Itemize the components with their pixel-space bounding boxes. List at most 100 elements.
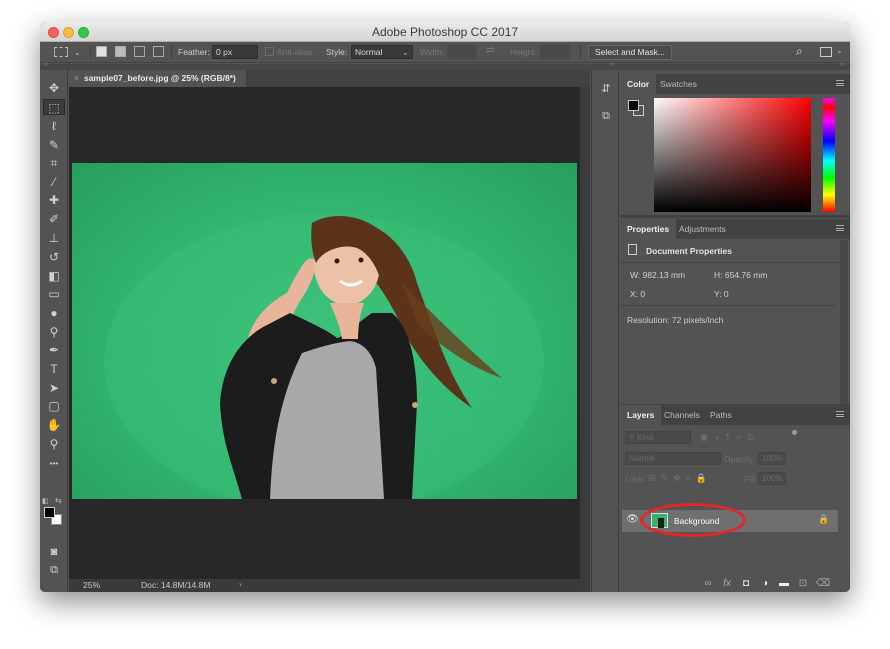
zoom-icon[interactable]: ⚲ xyxy=(43,436,65,452)
document-icon xyxy=(628,244,637,255)
add-mask-icon[interactable]: ◘ xyxy=(740,578,752,590)
opacity-input[interactable]: 100% xyxy=(758,452,786,465)
workspace-icon[interactable] xyxy=(820,47,832,57)
window-title: Adobe Photoshop CC 2017 xyxy=(371,25,519,39)
more-tools-icon[interactable]: ••• xyxy=(43,456,65,472)
eye-icon[interactable]: 👁 xyxy=(626,514,639,525)
foreground-color-swatch[interactable] xyxy=(44,507,55,518)
healing-brush-icon[interactable]: ✚ xyxy=(43,192,65,208)
close-tab-icon[interactable]: × xyxy=(74,73,79,83)
doc-size: Doc: 14.8M/14.8M xyxy=(141,580,211,590)
tab-swatches[interactable]: Swatches xyxy=(653,74,704,94)
document-tab-title: sample07_before.jpg @ 25% (RGB/8*) xyxy=(83,73,236,83)
expand-panels-icon[interactable]: « xyxy=(610,61,614,68)
tab-paths[interactable]: Paths xyxy=(703,405,739,425)
tab-layers[interactable]: Layers xyxy=(620,405,662,425)
dodge-icon[interactable]: ⚲ xyxy=(43,324,65,340)
blur-icon[interactable]: ● xyxy=(43,305,65,321)
marquee-icon[interactable]: ⬚ xyxy=(43,99,65,115)
panel-menu-icon[interactable] xyxy=(836,225,844,231)
minimize-window-button[interactable] xyxy=(63,27,74,38)
swap-colors-icon[interactable]: ⇆ xyxy=(55,496,62,505)
canvas-image[interactable] xyxy=(72,163,577,499)
search-icon[interactable]: ⌕ xyxy=(796,44,803,59)
doc-x: X: 0 xyxy=(630,289,646,299)
title-bar: Adobe Photoshop CC 2017 xyxy=(40,22,850,42)
color-field[interactable] xyxy=(654,98,811,212)
adjustment-layer-icon[interactable]: ◑ xyxy=(759,578,771,590)
move-icon[interactable]: ✥ xyxy=(43,80,65,96)
style-select[interactable]: Normal ⌄ xyxy=(351,45,413,59)
filter-toggle-icon[interactable] xyxy=(792,430,797,435)
feather-input[interactable]: 0 px xyxy=(212,45,258,59)
collapsed-panel-dock: ⇵ ⧉ xyxy=(591,70,619,592)
lock-options-icons[interactable]: ⊞✎✥⌗🔒 xyxy=(648,473,712,484)
anti-alias-label: Anti-alias xyxy=(277,47,312,57)
quick-mask-icon[interactable]: ◙ xyxy=(43,544,65,560)
actions-icon[interactable]: ⧉ xyxy=(597,110,615,126)
foreground-color-chip[interactable] xyxy=(628,100,639,111)
add-to-selection-icon[interactable] xyxy=(115,46,126,57)
type-icon[interactable]: T xyxy=(43,361,65,377)
layers-panel-tabs: Layers Channels Paths xyxy=(620,405,850,425)
vertical-scrollbar[interactable] xyxy=(580,87,590,592)
chevron-right-icon[interactable]: › xyxy=(239,579,242,589)
tab-properties[interactable]: Properties xyxy=(620,219,677,239)
lasso-icon[interactable]: ℓ xyxy=(43,118,65,134)
path-select-icon[interactable]: ➤ xyxy=(43,380,65,396)
layer-style-icon[interactable]: fx xyxy=(721,578,733,590)
panel-menu-icon[interactable] xyxy=(836,80,844,86)
subtract-from-selection-icon[interactable] xyxy=(134,46,145,57)
new-layer-icon[interactable]: ⊡ xyxy=(797,578,809,590)
doc-y: Y: 0 xyxy=(714,289,729,299)
crop-icon[interactable]: ⌗ xyxy=(43,155,65,171)
select-and-mask-button[interactable]: Select and Mask... xyxy=(588,45,672,60)
pen-icon[interactable]: ✒ xyxy=(43,342,65,358)
document-tab[interactable]: × sample07_before.jpg @ 25% (RGB/8*) xyxy=(69,70,247,87)
panel-menu-icon[interactable] xyxy=(836,411,844,417)
tab-channels[interactable]: Channels xyxy=(657,405,707,425)
eraser-icon[interactable]: ◧ xyxy=(43,268,65,284)
default-colors-icon[interactable]: ◧ xyxy=(42,497,49,505)
brush-icon[interactable]: ✐ xyxy=(43,211,65,227)
hue-slider[interactable] xyxy=(823,98,835,212)
tool-preset-picker[interactable]: ⌄ xyxy=(54,45,84,60)
quick-select-icon[interactable]: ✎ xyxy=(43,137,65,153)
blend-mode-select[interactable]: Normal xyxy=(625,452,721,465)
hand-icon[interactable]: ✋ xyxy=(43,417,65,433)
zoom-level[interactable]: 25% xyxy=(83,580,100,590)
close-window-button[interactable] xyxy=(48,27,59,38)
rectangle-icon[interactable]: ▢ xyxy=(43,398,65,414)
color-panel-tabs: Color Swatches xyxy=(620,74,850,94)
width-input[interactable] xyxy=(447,45,477,59)
fill-input[interactable]: 100% xyxy=(758,472,786,485)
layer-kind-filter[interactable]: ⚲ Kind xyxy=(625,431,691,444)
intersect-selection-icon[interactable] xyxy=(153,46,164,57)
new-group-icon[interactable]: ▬ xyxy=(778,578,790,590)
properties-scrollbar[interactable] xyxy=(840,240,848,404)
collapse-toolbar-icon[interactable]: « xyxy=(44,61,48,68)
chevron-down-icon: ⌄ xyxy=(401,47,409,57)
fill-label: Fill: xyxy=(744,474,758,484)
lock-icon[interactable]: 🔒 xyxy=(818,514,829,525)
anti-alias-checkbox[interactable] xyxy=(265,47,274,56)
tab-adjustments[interactable]: Adjustments xyxy=(672,219,733,239)
eyedropper-icon[interactable]: ⁄ xyxy=(43,174,65,190)
screen-mode-icon[interactable]: ⧉ xyxy=(43,562,65,578)
trash-icon[interactable]: ⌫ xyxy=(816,578,830,590)
gradient-icon[interactable]: ▭ xyxy=(43,286,65,302)
opacity-label: Opacity: xyxy=(724,454,756,464)
style-select-value: Normal xyxy=(355,47,383,57)
tab-color[interactable]: Color xyxy=(620,74,657,94)
doc-height: H: 654.76 mm xyxy=(714,270,768,280)
zoom-window-button[interactable] xyxy=(78,27,89,38)
new-selection-icon[interactable] xyxy=(96,46,107,57)
layer-filter-icons[interactable]: ▣◑T⌗⊡ xyxy=(700,432,760,443)
link-layers-icon[interactable]: ∞ xyxy=(702,578,714,590)
height-input[interactable] xyxy=(540,45,570,59)
swap-dimensions-icon[interactable]: ⇄ xyxy=(486,45,494,56)
clone-stamp-icon[interactable]: ⊥ xyxy=(43,230,65,246)
history-icon[interactable]: ⇵ xyxy=(597,82,615,98)
history-brush-icon[interactable]: ↺ xyxy=(43,249,65,265)
collapse-panels-icon[interactable]: » xyxy=(840,61,844,68)
